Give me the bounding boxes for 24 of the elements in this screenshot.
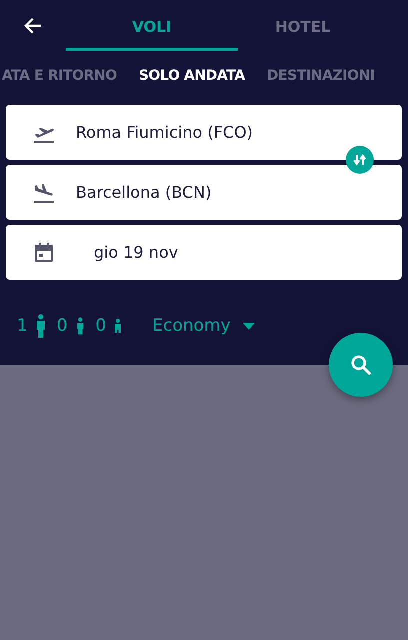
passenger-count[interactable]: 0: [96, 316, 106, 336]
cabin-class-dropdown[interactable]: Economy: [152, 316, 231, 336]
passenger-count[interactable]: 0: [56, 316, 68, 336]
field-value: Barcellona (BCN): [76, 183, 212, 202]
calendar-icon: [32, 240, 56, 264]
adult-icon: [36, 314, 46, 338]
passenger-count[interactable]: 1: [17, 316, 28, 336]
trip-type-tab[interactable]: ATA E RITORNO: [2, 68, 117, 84]
input-field[interactable]: Roma Fiumicino (FCO): [6, 105, 402, 160]
tab[interactable]: HOTEL: [238, 2, 368, 50]
search-icon: [350, 354, 372, 376]
trip-type-tab[interactable]: DESTINAZIONI: [267, 68, 375, 84]
tab[interactable]: VOLI: [66, 2, 238, 50]
swap-icon: [353, 153, 367, 167]
dropdown-caret-icon: [242, 322, 255, 330]
field-value: Roma Fiumicino (FCO): [76, 123, 254, 142]
input-field[interactable]: Barcellona (BCN): [6, 165, 402, 220]
infant-icon: [114, 319, 122, 333]
trip-type-tab[interactable]: SOLO ANDATA: [139, 68, 246, 84]
input-field[interactable]: gio 19 nov: [6, 225, 402, 280]
field-value: gio 19 nov: [94, 243, 178, 262]
search-button[interactable]: [329, 333, 393, 397]
child-icon: [76, 316, 85, 336]
back-icon[interactable]: [23, 16, 43, 36]
